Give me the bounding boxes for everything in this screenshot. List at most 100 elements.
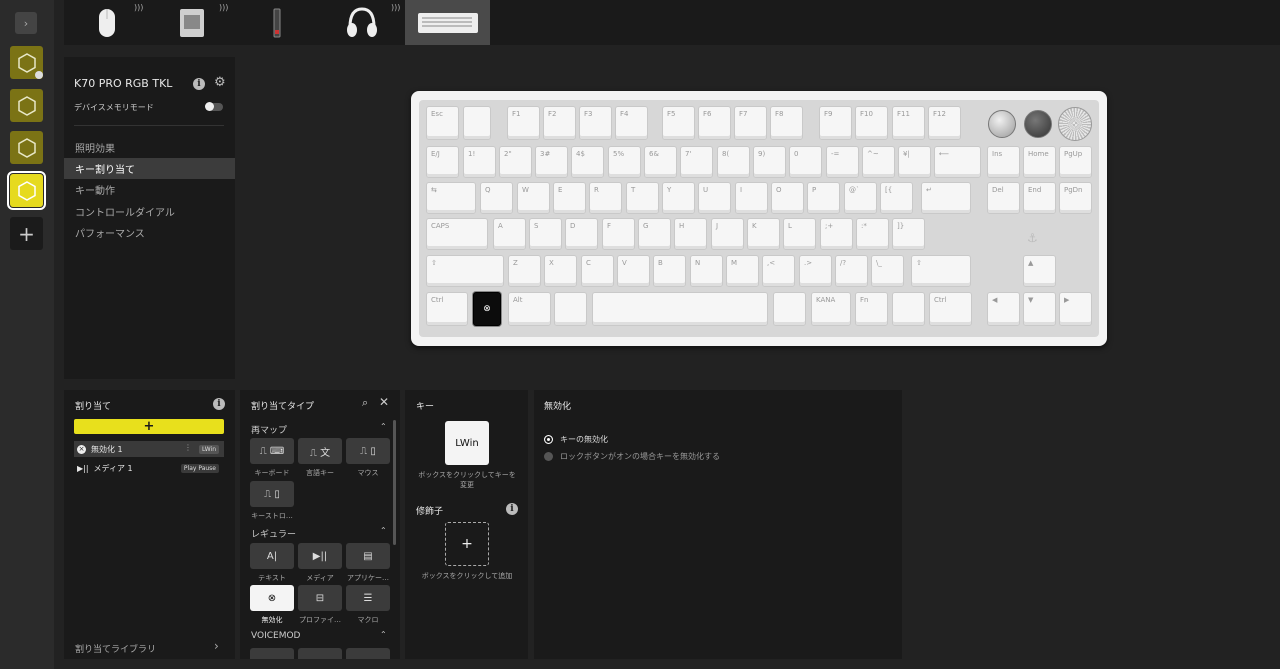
assignment-library-link[interactable]: 割り当てライブラリ	[75, 642, 156, 655]
chevron-up-icon[interactable]: ⌃	[380, 422, 387, 431]
device-mouse[interactable]: )))	[64, 0, 149, 45]
tile-voicemod[interactable]	[250, 648, 294, 659]
scrollbar[interactable]	[393, 420, 396, 545]
key-number-row-9[interactable]: 9)	[753, 146, 786, 178]
key-modifier-row-8[interactable]	[892, 292, 925, 326]
key-top-row-14[interactable]: Del	[987, 182, 1020, 214]
add-modifier-box[interactable]: +	[445, 522, 489, 566]
tile-language-key[interactable]: ⎍ 文	[298, 438, 342, 464]
tile-mouse[interactable]: ⎍ ▯	[346, 438, 390, 464]
tile-application[interactable]: ▤	[346, 543, 390, 569]
device-headset[interactable]: )))	[319, 0, 404, 45]
key-function-row-8[interactable]: F7	[734, 106, 767, 140]
tile-keyboard[interactable]: ⎍ ⌨	[250, 438, 294, 464]
key-modifier-row-5[interactable]	[773, 292, 806, 326]
key-modifier-row-10[interactable]: ◀	[987, 292, 1020, 326]
key-top-row-10[interactable]: P	[807, 182, 840, 214]
key-number-row-8[interactable]: 8(	[717, 146, 750, 178]
info-icon[interactable]: i	[213, 398, 225, 410]
key-home-row-7[interactable]: J	[711, 218, 744, 250]
key-modifier-row-7[interactable]: Fn	[855, 292, 888, 326]
tile-voicemod[interactable]	[346, 648, 390, 659]
key-select-box[interactable]: LWin	[445, 421, 489, 465]
key-function-row-3[interactable]: F2	[543, 106, 576, 140]
chevron-up-icon[interactable]: ⌃	[380, 630, 387, 639]
profile-slot-3[interactable]	[10, 131, 43, 164]
key-top-row-16[interactable]: PgDn	[1059, 182, 1092, 214]
add-assignment-button[interactable]: +	[74, 419, 224, 434]
profile-slot-4-active[interactable]	[7, 171, 46, 210]
key-home-row-6[interactable]: H	[674, 218, 707, 250]
key-modifier-row-11[interactable]: ▼	[1023, 292, 1056, 326]
key-function-row-11[interactable]: F10	[855, 106, 888, 140]
key-top-row-2[interactable]: W	[517, 182, 550, 214]
key-top-row-9[interactable]: O	[771, 182, 804, 214]
key-bottom-row-7[interactable]: M	[726, 255, 759, 287]
key-function-row-0[interactable]: Esc	[426, 106, 459, 140]
key-bottom-row-2[interactable]: X	[544, 255, 577, 287]
key-modifier-row-6[interactable]: KANA	[811, 292, 851, 326]
tile-media[interactable]: ▶||	[298, 543, 342, 569]
key-home-row-3[interactable]: D	[565, 218, 598, 250]
key-number-row-0[interactable]: E/J	[426, 146, 459, 178]
volume-dial[interactable]	[1058, 107, 1092, 141]
tile-keystroke[interactable]: ⎍ ▯	[250, 481, 294, 507]
option-disable-when-locked[interactable]: ロックボタンがオンの場合キーを無効化する	[544, 451, 720, 462]
key-number-row-4[interactable]: 4$	[571, 146, 604, 178]
key-function-row-9[interactable]: F8	[770, 106, 803, 140]
key-function-row-1[interactable]	[463, 106, 491, 140]
key-bottom-row-9[interactable]: .>	[799, 255, 832, 287]
key-top-row-3[interactable]: E	[553, 182, 586, 214]
device-keyboard-active[interactable]	[405, 0, 490, 45]
profile-slot-2[interactable]	[10, 89, 43, 122]
assignment-item-disable[interactable]: × 無効化 1 ⋮ LWin	[74, 441, 224, 457]
key-home-row-9[interactable]: L	[783, 218, 816, 250]
key-number-row-7[interactable]: 7'	[680, 146, 713, 178]
key-function-row-10[interactable]: F9	[819, 106, 852, 140]
key-number-row-1[interactable]: 1!	[463, 146, 496, 178]
key-top-row-13[interactable]: ↵	[921, 182, 971, 214]
info-icon[interactable]: i	[193, 78, 205, 90]
key-number-row-2[interactable]: 2"	[499, 146, 532, 178]
key-top-row-1[interactable]: Q	[480, 182, 513, 214]
key-home-row-11[interactable]: :*	[856, 218, 889, 250]
key-function-row-4[interactable]: F3	[579, 106, 612, 140]
key-modifier-row-0[interactable]: Ctrl	[426, 292, 468, 326]
key-top-row-5[interactable]: T	[626, 182, 659, 214]
key-bottom-row-8[interactable]: ,<	[762, 255, 795, 287]
key-top-row-8[interactable]: I	[735, 182, 768, 214]
key-home-row-10[interactable]: ;+	[820, 218, 853, 250]
key-bottom-row-12[interactable]: ⇧	[911, 255, 971, 287]
key-number-row-15[interactable]: Ins	[987, 146, 1020, 178]
key-function-row-5[interactable]: F4	[615, 106, 648, 140]
control-knob-left[interactable]	[988, 110, 1016, 138]
key-home-row-2[interactable]: S	[529, 218, 562, 250]
key-number-row-3[interactable]: 3#	[535, 146, 568, 178]
key-number-row-16[interactable]: Home	[1023, 146, 1056, 178]
radio-selected[interactable]	[544, 435, 553, 444]
key-home-row-0[interactable]: CAPS	[426, 218, 488, 250]
gear-icon[interactable]: ⚙	[214, 75, 226, 90]
key-home-row-5[interactable]: G	[638, 218, 671, 250]
add-profile-button[interactable]: +	[10, 217, 43, 250]
chevron-up-icon[interactable]: ⌃	[380, 526, 387, 535]
device-receiver[interactable]	[234, 0, 319, 45]
key-bottom-row-6[interactable]: N	[690, 255, 723, 287]
key-home-row-12[interactable]: ]}	[892, 218, 925, 250]
radio-unselected[interactable]	[544, 452, 553, 461]
key-bottom-row-4[interactable]: V	[617, 255, 650, 287]
menu-item-lighting[interactable]: 照明効果	[64, 137, 235, 158]
key-bottom-row-0[interactable]: ⇧	[426, 255, 504, 287]
close-icon[interactable]: ✕	[379, 395, 389, 409]
menu-item-key-action[interactable]: キー動作	[64, 179, 235, 200]
key-top-row-6[interactable]: Y	[662, 182, 695, 214]
more-icon[interactable]: ⋮	[184, 443, 192, 452]
tile-macro[interactable]: ☰	[346, 585, 390, 611]
key-number-row-5[interactable]: 5%	[608, 146, 641, 178]
info-icon[interactable]: i	[506, 503, 518, 515]
key-bottom-row-10[interactable]: /?	[835, 255, 868, 287]
key-modifier-row-12[interactable]: ▶	[1059, 292, 1092, 326]
tile-disable-selected[interactable]: ⊗	[250, 585, 294, 611]
menu-item-control-dial[interactable]: コントロールダイアル	[64, 201, 235, 222]
key-bottom-row-13[interactable]: ▲	[1023, 255, 1056, 287]
